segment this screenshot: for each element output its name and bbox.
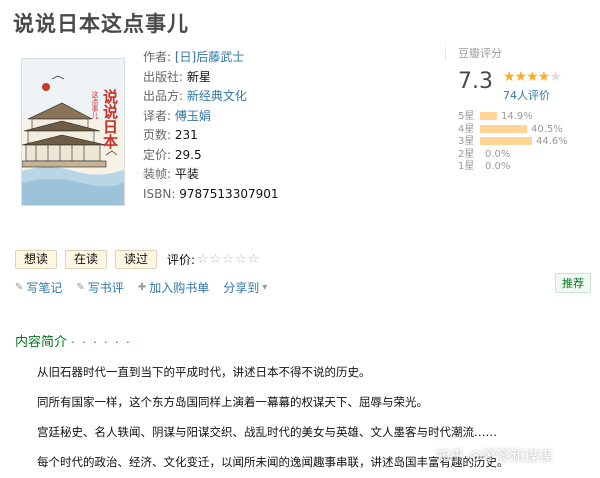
star-filled-icon: ★★★★ <box>503 69 550 85</box>
book-cover[interactable]: 说说日本 这点事儿 <box>21 58 125 206</box>
rate-label: 评价: <box>167 253 196 267</box>
author-link[interactable]: [日]后藤武士 <box>175 50 244 64</box>
share-dropdown[interactable]: 分享到 ▾ <box>223 279 267 296</box>
price-value: 29.5 <box>174 147 202 162</box>
producer-link[interactable]: 新经典文化 <box>187 89 247 103</box>
rating-panel: 豆瓣评分 7.3 ★★★★★ 74人评价 5星 14.9% 4星 40.5% 3星 44.… <box>445 45 595 172</box>
rating-bar <box>480 112 497 120</box>
watermark: 知乎 @寥寥和谋谋 <box>436 449 553 465</box>
intro-paragraph: 宫廷秘史、名人轶闻、阴谋与阳谋交织、战乱时代的美女与英雄、文人墨客与时代潮流…… <box>37 425 497 439</box>
rating-row-percent: 0.0% <box>485 161 511 172</box>
binding-value: 平装 <box>174 167 199 181</box>
binding-label: 装帧: <box>143 167 172 181</box>
add-to-list-link[interactable]: ✚ 加入购书单 <box>138 279 209 296</box>
reading-button[interactable]: 在读 <box>65 250 108 269</box>
rating-row-label: 4星 <box>458 123 475 135</box>
rating-row-percent: 40.5% <box>531 123 563 135</box>
chevron-down-icon: ▾ <box>262 282 268 293</box>
price-label: 定价: <box>143 147 172 162</box>
isbn-label: ISBN: <box>143 186 176 201</box>
rating-bar <box>480 150 481 158</box>
rating-row: 5星 14.9% <box>458 111 598 124</box>
cover-title-text: 说说日本 <box>101 88 119 150</box>
reading-actions: 想读 在读 读过 评价: ☆☆☆☆☆ <box>15 250 260 269</box>
plus-icon: ✚ <box>137 282 147 293</box>
rating-bar <box>480 137 532 145</box>
publisher-value: 新星 <box>186 69 211 84</box>
utility-links: ✎ 写笔记 ✎ 写书评 ✚ 加入购书单 分享到 ▾ <box>15 279 281 296</box>
cover-subtitle-text: 这点事儿 <box>91 90 99 120</box>
rating-row-percent: 14.9% <box>501 111 533 122</box>
want-to-read-button[interactable]: 想读 <box>15 250 58 269</box>
rating-row: 4星 40.5% <box>458 124 598 137</box>
isbn-value: 9787513307901 <box>179 186 279 201</box>
translator-link[interactable]: 傅玉娟 <box>175 109 211 123</box>
rating-bar <box>480 162 481 170</box>
cover-illustration: 说说日本 这点事儿 <box>22 59 124 205</box>
pencil-icon: ✎ <box>76 282 85 293</box>
rating-title: 豆瓣评分 <box>458 47 502 60</box>
rating-row-label: 1星 <box>458 161 475 172</box>
recommend-button[interactable]: 推荐 <box>555 273 591 293</box>
write-review-link[interactable]: ✎ 写书评 <box>76 279 123 296</box>
producer-label: 出品方: <box>143 89 184 103</box>
write-note-link[interactable]: ✎ 写笔记 <box>15 279 62 296</box>
pages-label: 页数: <box>143 128 172 142</box>
intro-paragraph: 从旧石器时代一直到当下的平成时代，讲述日本不得不说的历史。 <box>37 365 371 379</box>
star-empty-icon: ★ <box>549 69 562 85</box>
rating-row-percent: 44.6% <box>536 136 568 147</box>
rating-votes-link[interactable]: 74人评价 <box>503 87 550 103</box>
intro-heading: 内容简介 · · · · · · <box>15 335 132 350</box>
rating-row: 2星 0.0% <box>458 149 598 162</box>
pencil-icon: ✎ <box>15 282 24 293</box>
author-label: 作者: <box>143 50 172 64</box>
rating-row-label: 2星 <box>458 148 475 160</box>
rating-stars-icon: ★★★★★ <box>503 69 562 85</box>
rating-bar <box>480 124 527 133</box>
rating-distribution: 5星 14.9% 4星 40.5% 3星 44.6% 2星 0.0% 1星 0.0% <box>458 111 598 174</box>
rate-stars-input[interactable]: ☆☆☆☆☆ <box>197 252 260 267</box>
intro-paragraph: 同所有国家一样，这个东方岛国同样上演着一幕幕的权谋天下、屈辱与荣光。 <box>37 395 428 409</box>
book-info: 作者: [日]后藤武士 出版社: 新星 出品方: 新经典文化 译者: 傅玉娟 页… <box>143 48 279 204</box>
rating-row: 1星 0.0% <box>458 161 598 174</box>
rating-row-percent: 0.0% <box>485 148 511 160</box>
publisher-label: 出版社: <box>143 69 184 84</box>
pages-value: 231 <box>174 128 198 142</box>
rating-row: 3星 44.6% <box>458 136 598 149</box>
rating-row-label: 3星 <box>458 136 475 147</box>
rating-score: 7.3 <box>458 69 493 94</box>
translator-label: 译者: <box>143 108 172 123</box>
rating-row-label: 5星 <box>458 111 475 122</box>
book-title: 说说日本这点事儿 <box>13 12 189 36</box>
have-read-button[interactable]: 读过 <box>115 250 158 269</box>
